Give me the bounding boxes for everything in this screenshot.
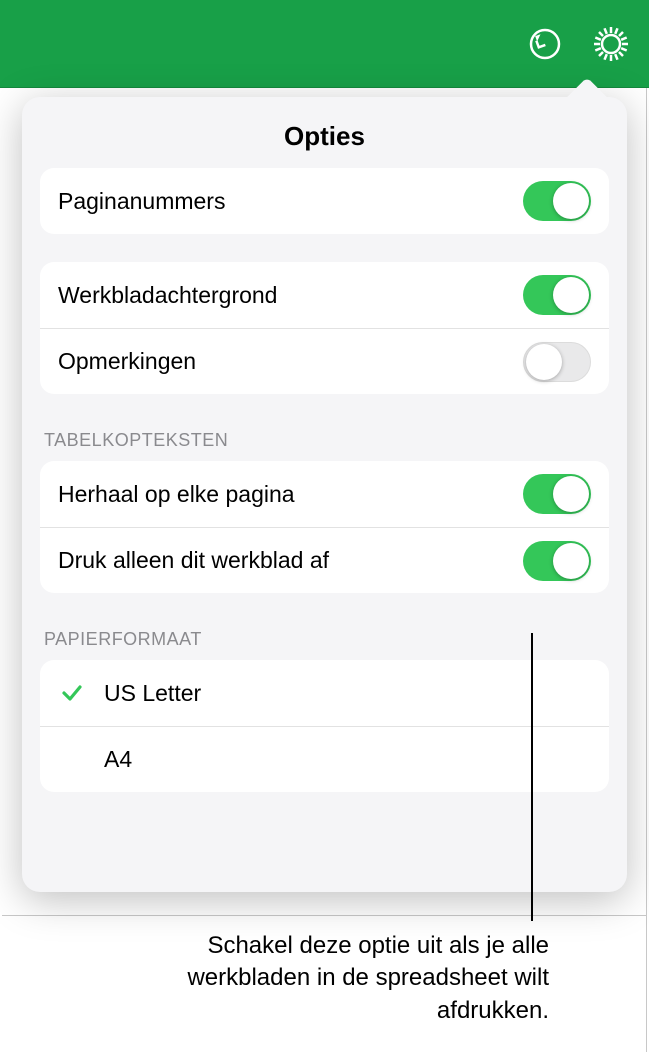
- group-sheet-options: Werkbladachtergrond Opmerkingen: [40, 262, 609, 394]
- sheet-background-toggle[interactable]: [523, 275, 591, 315]
- undo-icon[interactable]: [523, 22, 567, 66]
- comments-toggle[interactable]: [523, 342, 591, 382]
- comments-label: Opmerkingen: [58, 348, 196, 375]
- group-page-numbers: Paginanummers: [40, 168, 609, 234]
- sheet-background-label: Werkbladachtergrond: [58, 282, 277, 309]
- row-sheet-background: Werkbladachtergrond: [40, 262, 609, 328]
- paper-format-section-title: PAPIERFORMAAT: [40, 621, 609, 660]
- paper-option-a4[interactable]: A4: [40, 726, 609, 792]
- row-print-this-sheet-only: Druk alleen dit werkblad af: [40, 527, 609, 593]
- callout-text: Schakel deze optie uit als je alle werkb…: [130, 930, 549, 1027]
- table-headers-section-title: TABELKOPTEKSTEN: [40, 422, 609, 461]
- repeat-every-page-label: Herhaal op elke pagina: [58, 481, 295, 508]
- page-numbers-toggle[interactable]: [523, 181, 591, 221]
- row-repeat-every-page: Herhaal op elke pagina: [40, 461, 609, 527]
- print-this-sheet-only-label: Druk alleen dit werkblad af: [58, 547, 329, 574]
- popover-title: Opties: [22, 97, 627, 168]
- checkmark-icon: [58, 681, 86, 705]
- gear-icon[interactable]: [589, 22, 633, 66]
- repeat-every-page-toggle[interactable]: [523, 474, 591, 514]
- group-paper-format: US Letter A4: [40, 660, 609, 792]
- us-letter-label: US Letter: [104, 680, 201, 707]
- callout-leader-line: [531, 633, 533, 921]
- options-popover: Opties Paginanummers Werkbladachtergrond…: [22, 97, 627, 892]
- print-this-sheet-only-toggle[interactable]: [523, 541, 591, 581]
- row-page-numbers: Paginanummers: [40, 168, 609, 234]
- ruler-line: [2, 915, 647, 916]
- group-table-headers: Herhaal op elke pagina Druk alleen dit w…: [40, 461, 609, 593]
- paper-option-us-letter[interactable]: US Letter: [40, 660, 609, 726]
- page-numbers-label: Paginanummers: [58, 188, 225, 215]
- top-toolbar: [0, 0, 649, 88]
- a4-label: A4: [104, 746, 132, 773]
- row-comments: Opmerkingen: [40, 328, 609, 394]
